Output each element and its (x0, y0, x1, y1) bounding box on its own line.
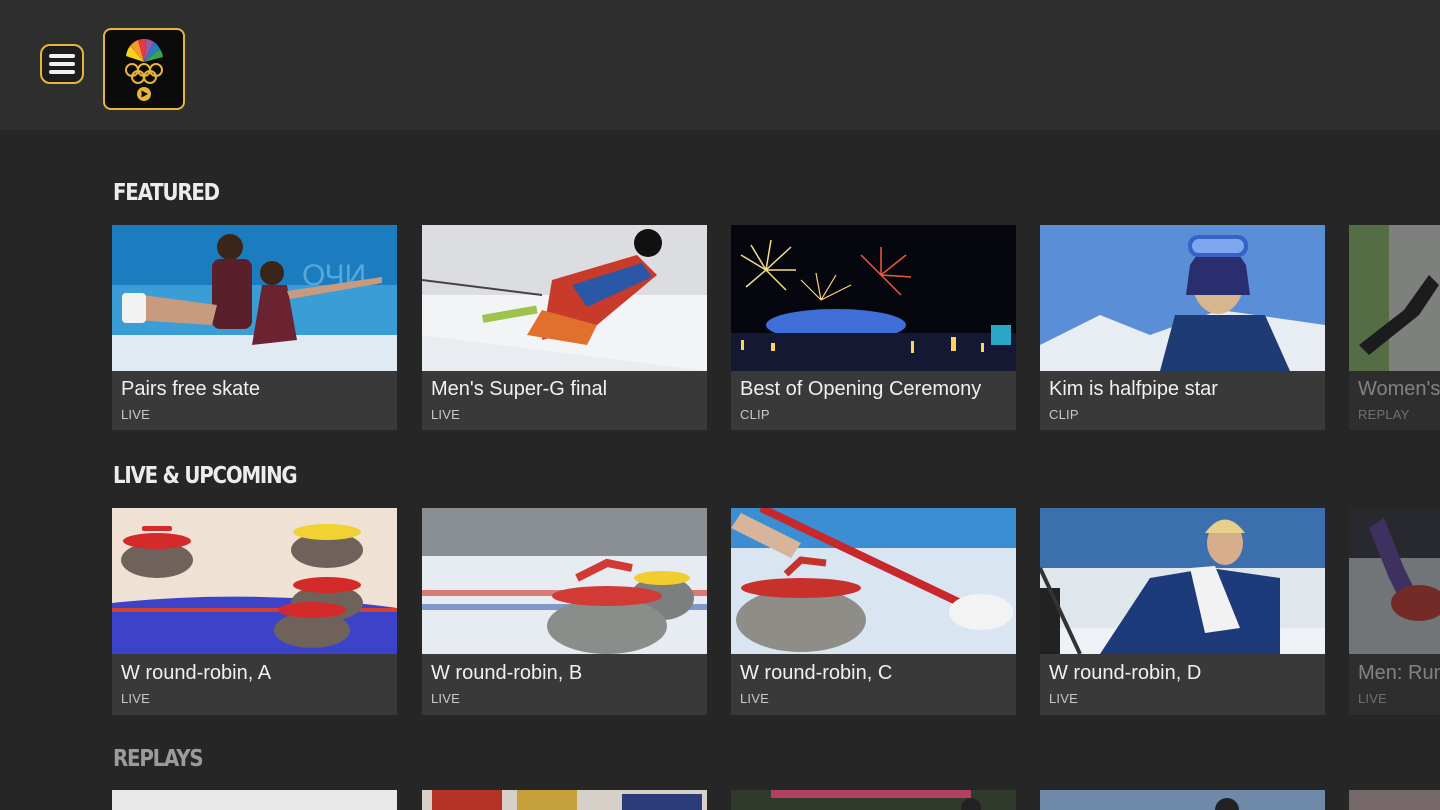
card-title: Pairs free skate (121, 378, 260, 400)
replay-card-3[interactable] (731, 790, 1016, 810)
card-tag: LIVE (431, 691, 460, 706)
thumbnail-partial-slider (1349, 508, 1440, 654)
card-tag: LIVE (121, 407, 150, 422)
thumbnail-snowboarder (1040, 225, 1325, 371)
card-title: Women's (1358, 378, 1440, 400)
thumbnail-curling-broom (731, 508, 1016, 654)
thumbnail-curling-sheet (422, 508, 707, 654)
card-w-round-robin-d[interactable]: W round-robin, D LIVE (1040, 508, 1325, 715)
card-title: W round-robin, D (1049, 662, 1202, 684)
section-title-replays: REPLAYS (113, 746, 204, 772)
card-best-of-opening-ceremony[interactable]: Best of Opening Ceremony CLIP (731, 225, 1016, 430)
card-title: W round-robin, B (431, 662, 583, 684)
card-tag: LIVE (431, 407, 460, 422)
replays-row (112, 790, 1440, 810)
featured-row: ОЧИ Pairs free skate LIVE Men's Super-G … (112, 225, 1440, 431)
thumbnail-fireworks (731, 225, 1016, 371)
card-w-round-robin-c[interactable]: W round-robin, C LIVE (731, 508, 1016, 715)
thumbnail-curler (1040, 508, 1325, 654)
card-tag: LIVE (740, 691, 769, 706)
card-tag: REPLAY (1358, 407, 1410, 422)
card-tag: CLIP (740, 407, 770, 422)
card-kim-is-halfpipe-star[interactable]: Kim is halfpipe star CLIP (1040, 225, 1325, 430)
card-tag: LIVE (1358, 691, 1387, 706)
thumbnail-partial-athlete (1349, 225, 1440, 371)
menu-line-middle (49, 62, 75, 66)
card-tag: CLIP (1049, 407, 1079, 422)
card-pairs-free-skate[interactable]: ОЧИ Pairs free skate LIVE (112, 225, 397, 430)
section-title-live-upcoming: LIVE & UPCOMING (113, 463, 298, 489)
card-tag: LIVE (121, 691, 150, 706)
live-upcoming-row: W round-robin, A LIVE W round-robin, B L… (112, 508, 1440, 716)
replay-card-5-partial[interactable] (1349, 790, 1440, 810)
thumbnail-curling-stones (112, 508, 397, 654)
card-title: Kim is halfpipe star (1049, 378, 1218, 400)
top-bar (0, 0, 1440, 130)
card-title: W round-robin, C (740, 662, 893, 684)
card-mens-super-g-final[interactable]: Men's Super-G final LIVE (422, 225, 707, 430)
card-w-round-robin-b[interactable]: W round-robin, B LIVE (422, 508, 707, 715)
menu-line-top (49, 54, 75, 58)
card-title: Men: Run (1358, 662, 1440, 684)
card-title: W round-robin, A (121, 662, 272, 684)
hamburger-menu-icon[interactable] (40, 44, 84, 84)
card-men-run-partial[interactable]: Men: Run LIVE (1349, 508, 1440, 715)
thumbnail-skier (422, 225, 707, 371)
card-title: Best of Opening Ceremony (740, 378, 982, 400)
nbc-olympics-peacock-icon[interactable] (103, 28, 185, 110)
replay-card-1[interactable] (112, 790, 397, 810)
section-title-featured: FEATURED (113, 180, 220, 206)
card-w-round-robin-a[interactable]: W round-robin, A LIVE (112, 508, 397, 715)
card-tag: LIVE (1049, 691, 1078, 706)
thumbnail-pairs-skating: ОЧИ (112, 225, 397, 371)
replay-card-2[interactable] (422, 790, 707, 810)
replay-card-4[interactable] (1040, 790, 1325, 810)
card-womens-partial[interactable]: Women's REPLAY (1349, 225, 1440, 430)
card-title: Men's Super-G final (431, 378, 608, 400)
menu-line-bottom (49, 70, 75, 74)
